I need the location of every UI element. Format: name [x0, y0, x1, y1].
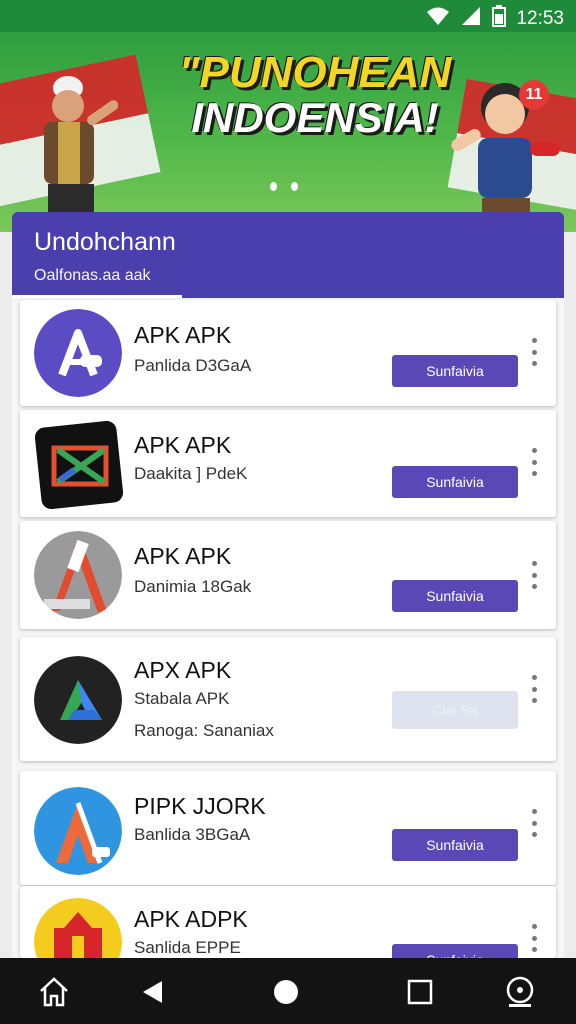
banner-headline: "PUNOHEAN INDOENSIA!: [150, 48, 480, 142]
app-card[interactable]: APK APK Danimia 18Gak Sunfaivia: [20, 521, 556, 629]
carousel-indicator: [270, 182, 298, 191]
app-icon: [34, 787, 122, 875]
app-title: APK APK: [134, 432, 232, 458]
more-options-icon[interactable]: [528, 448, 540, 476]
app-subtitle: Banlida 3BGaA: [134, 825, 251, 844]
status-icons: 12:53: [426, 5, 564, 33]
notification-badge[interactable]: 11: [519, 80, 549, 110]
app-subtitle: Sanlida EPPE: [134, 938, 241, 957]
app-subtitle: Daakita ] PdeK: [134, 464, 248, 483]
app-subtitle: Stabala APK: [134, 689, 230, 708]
panel-header: Undohchann Oalfonas.aa aak: [12, 212, 564, 298]
app-icon: [34, 418, 124, 510]
more-options-icon[interactable]: [528, 338, 540, 366]
wifi-icon: [426, 6, 450, 32]
app-card[interactable]: APX APK Stabala APK Ranoga: Sananiax Cla…: [20, 637, 556, 761]
status-bar: 12:53: [0, 0, 576, 32]
app-title: PIPK JJORK: [134, 793, 266, 819]
more-options-icon[interactable]: [528, 675, 540, 703]
app-title: APK APK: [134, 543, 232, 569]
battery-icon: [492, 5, 507, 33]
headline-line-1: "PUNOHEAN: [178, 48, 452, 97]
app-subtitle: Danimia 18Gak: [134, 577, 252, 596]
app-card[interactable]: APK APK Panlida D3GaA Sunfaivia: [20, 300, 556, 406]
install-button[interactable]: Sunfaivia: [392, 944, 518, 958]
assistant-icon[interactable]: [502, 976, 538, 1008]
install-button[interactable]: Sunfaivia: [392, 355, 518, 387]
app-icon: [34, 309, 122, 397]
install-button[interactable]: Sunfaivia: [392, 580, 518, 612]
panel-subtitle: Oalfonas.aa aak: [34, 267, 151, 284]
install-button-disabled[interactable]: Clai Sa: [392, 691, 518, 729]
app-card[interactable]: APK ADPK Sanlida EPPE Sunfaivia: [20, 886, 556, 958]
app-title: APX APK: [134, 657, 232, 683]
app-subtitle: Panlida D3GaA: [134, 356, 252, 375]
app-card[interactable]: APK APK Daakita ] PdeK Sunfaivia: [20, 410, 556, 517]
more-options-icon[interactable]: [528, 561, 540, 589]
recents-icon[interactable]: [402, 976, 438, 1008]
home-circle-icon[interactable]: [268, 976, 304, 1008]
clock-time: 12:53: [516, 8, 564, 29]
promo-banner[interactable]: "PUNOHEAN INDOENSIA! 11: [0, 32, 576, 232]
app-icon: [34, 531, 122, 619]
navigation-bar: [0, 958, 576, 1024]
app-title: APK APK: [134, 322, 232, 348]
panel-title: Undohchann: [34, 228, 176, 256]
character-illustration: [28, 60, 119, 230]
app-icon: [34, 898, 122, 958]
app-subtitle-secondary: Ranoga: Sananiax: [134, 721, 274, 740]
home-icon[interactable]: [36, 976, 72, 1008]
headline-line-2: INDOENSIA!: [191, 94, 439, 142]
signal-icon: [460, 6, 482, 32]
app-icon: [34, 656, 122, 744]
app-title: APK ADPK: [134, 906, 248, 932]
back-icon[interactable]: [134, 976, 170, 1008]
more-options-icon[interactable]: [528, 924, 540, 952]
install-button[interactable]: Sunfaivia: [392, 466, 518, 498]
app-card[interactable]: PIPK JJORK Banlida 3BGaA Sunfaivia: [20, 771, 556, 885]
more-options-icon[interactable]: [528, 809, 540, 837]
install-button[interactable]: Sunfaivia: [392, 829, 518, 861]
